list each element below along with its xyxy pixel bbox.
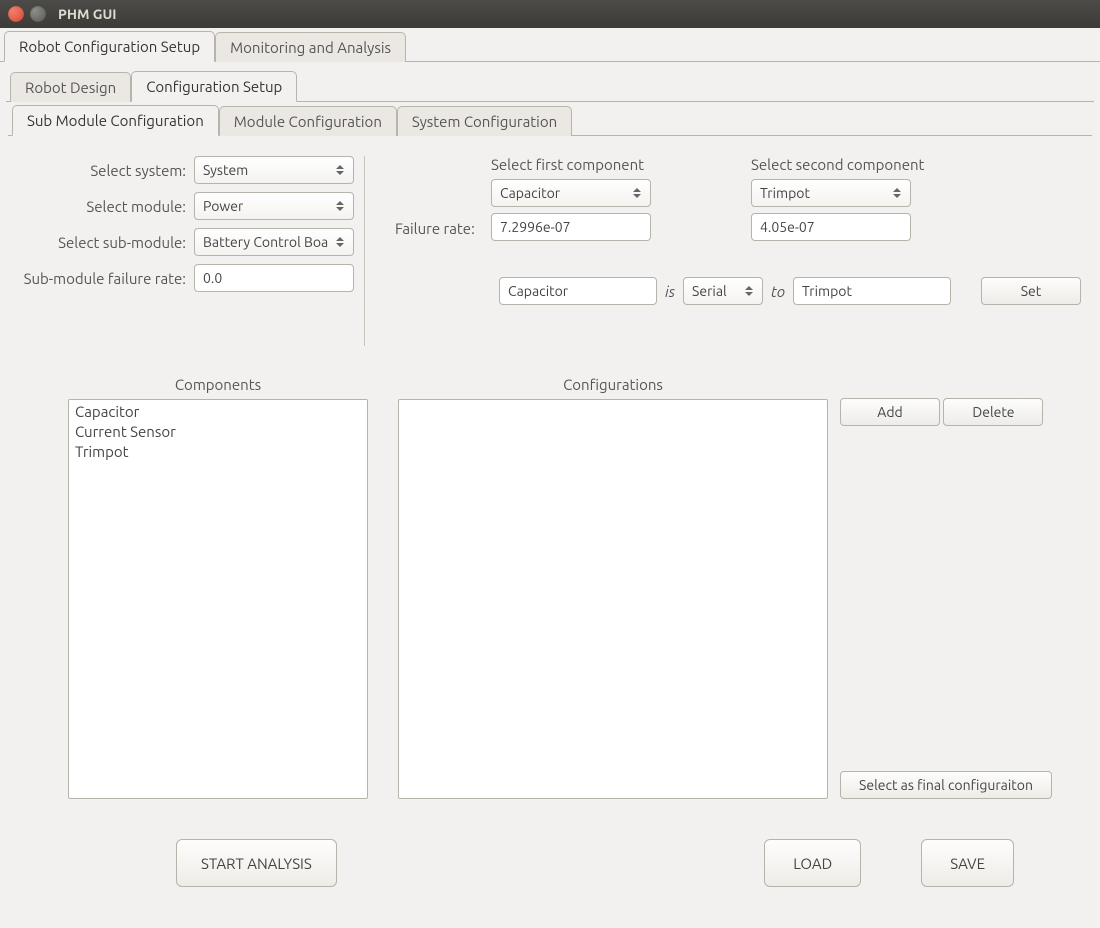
delete-button[interactable]: Delete [943, 398, 1043, 426]
minimize-icon[interactable] [30, 6, 46, 22]
list-item[interactable]: Trimpot [73, 442, 363, 462]
left-settings-panel: Select system: System Select module: [14, 156, 365, 346]
tab-sub-module-config[interactable]: Sub Module Configuration [12, 105, 219, 136]
spinner-icon [335, 162, 345, 178]
label-submodule-failure-rate: Sub-module failure rate: [18, 270, 194, 287]
combo-relation-mode[interactable]: Serial [683, 277, 763, 305]
label-select-module: Select module: [18, 198, 194, 215]
label-select-first-component: Select first component [491, 156, 651, 173]
tab-robot-design[interactable]: Robot Design [10, 72, 131, 102]
add-button[interactable]: Add [840, 398, 940, 426]
configurations-listbox[interactable] [398, 399, 828, 799]
tabbar-level1: Robot Configuration Setup Monitoring and… [0, 28, 1100, 62]
label-components: Components [68, 376, 368, 393]
spinner-icon [892, 185, 902, 201]
save-button[interactable]: SAVE [921, 839, 1014, 887]
start-analysis-button[interactable]: START ANALYSIS [176, 839, 337, 887]
tabbar-level3: Sub Module Configuration Module Configur… [8, 102, 1092, 136]
input-first-failure-rate[interactable]: 7.2996e-07 [491, 213, 651, 241]
tab-monitoring-analysis[interactable]: Monitoring and Analysis [215, 32, 406, 62]
spinner-icon [335, 234, 345, 250]
combo-select-module[interactable]: Power [194, 192, 354, 220]
label-is: is [665, 283, 675, 300]
titlebar: PHM GUI [0, 0, 1100, 28]
label-to: to [771, 283, 785, 300]
spinner-icon [335, 198, 345, 214]
label-select-submodule: Select sub-module: [18, 234, 194, 251]
input-submodule-failure-rate[interactable]: 0.0 [194, 264, 354, 292]
input-relation-b[interactable]: Trimpot [793, 277, 951, 305]
spinner-icon [744, 283, 754, 299]
close-icon[interactable] [8, 6, 24, 22]
list-item[interactable]: Current Sensor [73, 422, 363, 442]
select-final-config-button[interactable]: Select as final configuraiton [840, 771, 1052, 799]
load-button[interactable]: LOAD [764, 839, 861, 887]
components-listbox[interactable]: CapacitorCurrent SensorTrimpot [68, 399, 368, 799]
combo-second-component[interactable]: Trimpot [751, 179, 911, 207]
combo-select-system[interactable]: System [194, 156, 354, 184]
input-relation-a[interactable]: Capacitor [499, 277, 657, 305]
tabbar-level2: Robot Design Configuration Setup [6, 68, 1094, 102]
list-item[interactable]: Capacitor [73, 402, 363, 422]
label-configurations: Configurations [398, 376, 828, 393]
set-button[interactable]: Set [981, 277, 1081, 305]
tab-system-config[interactable]: System Configuration [397, 106, 572, 136]
label-select-second-component: Select second component [751, 156, 924, 173]
combo-select-submodule[interactable]: Battery Control Boa [194, 228, 354, 256]
tab-configuration-setup[interactable]: Configuration Setup [131, 71, 297, 102]
window-title: PHM GUI [58, 6, 117, 22]
tab-robot-config-setup[interactable]: Robot Configuration Setup [4, 31, 215, 62]
combo-first-component[interactable]: Capacitor [491, 179, 651, 207]
label-select-system: Select system: [18, 162, 194, 179]
spinner-icon [632, 185, 642, 201]
tab-module-config[interactable]: Module Configuration [219, 106, 397, 136]
input-second-failure-rate[interactable]: 4.05e-07 [751, 213, 911, 241]
label-failure-rate: Failure rate: [395, 156, 491, 241]
right-component-panel: Failure rate: Select first component Cap… [371, 156, 1100, 346]
